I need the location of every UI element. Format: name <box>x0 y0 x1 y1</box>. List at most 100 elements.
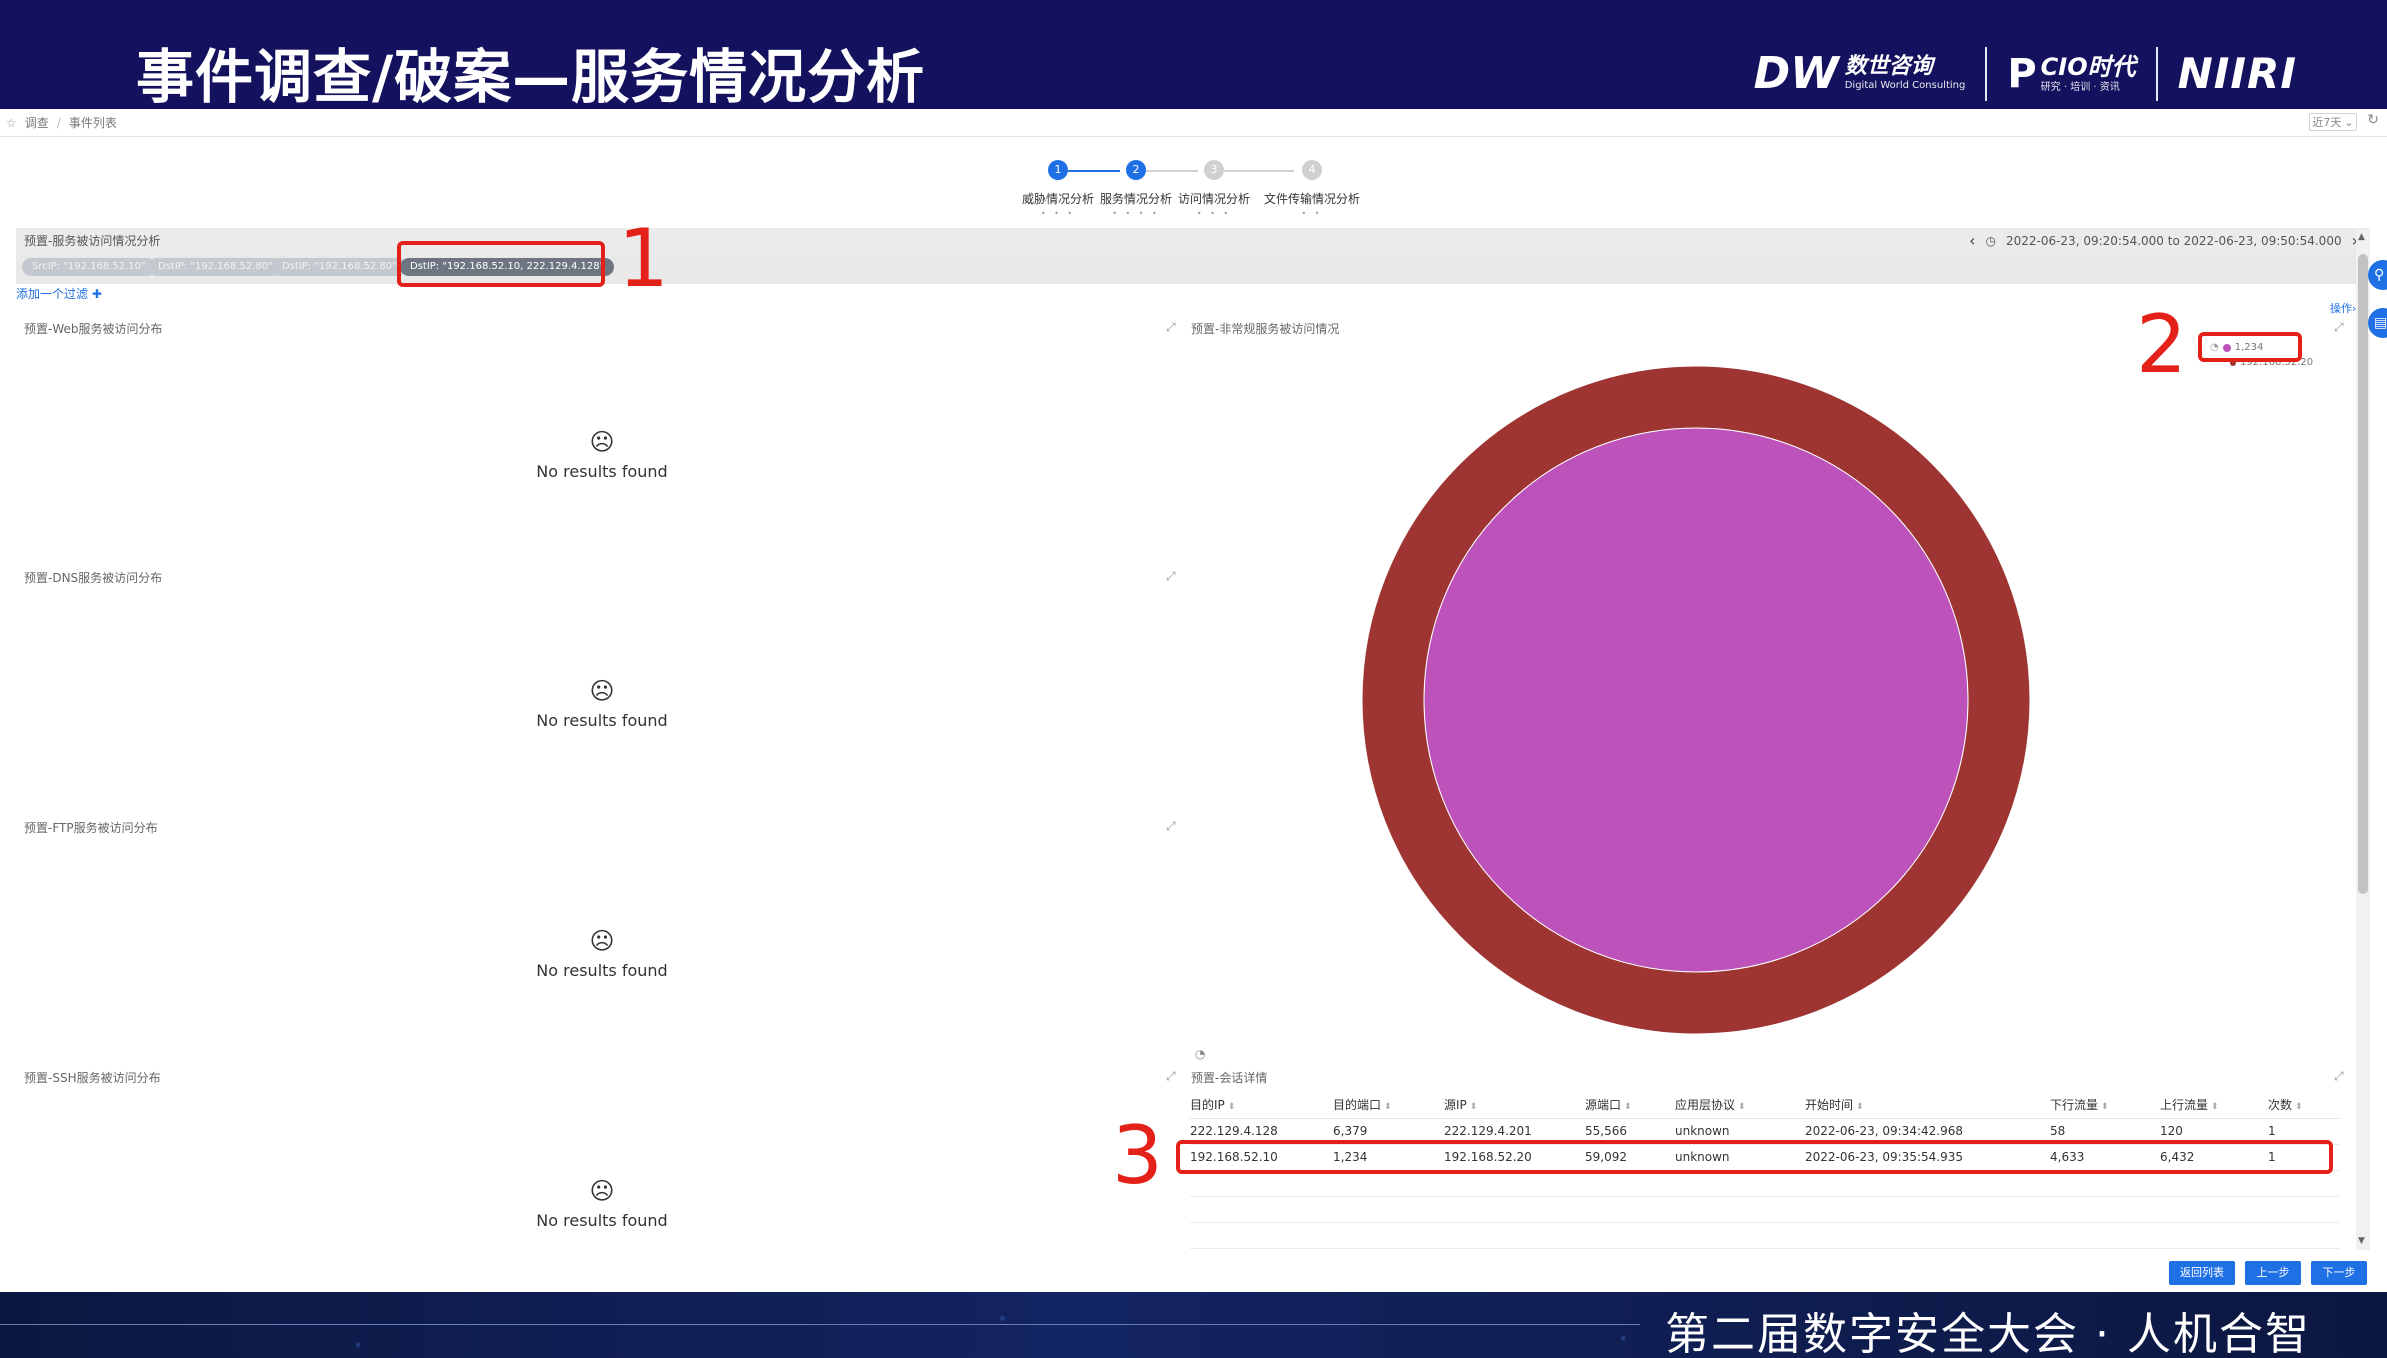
app-breadcrumb-bar: ☆ 调查 / 事件列表 近7天 ⌄ ↻ <box>0 109 2387 137</box>
step-label: 威胁情况分析 <box>1021 192 1094 206</box>
empty-state: ☹ No results found <box>452 677 752 730</box>
expand-icon[interactable]: ⤢ <box>1166 1069 1176 1084</box>
add-filter-link[interactable]: 添加一个过滤 ✚ <box>16 285 102 302</box>
scrollbar-thumb[interactable] <box>2358 254 2368 894</box>
star-icon[interactable]: ☆ <box>6 116 17 130</box>
refresh-icon[interactable]: ↻ <box>2367 112 2379 128</box>
annotation-number: 3 <box>1112 1109 1163 1202</box>
column-header[interactable]: 应用层协议 ⬍ <box>1675 1092 1805 1119</box>
scroll-up-icon[interactable]: ▲ <box>2358 232 2365 242</box>
empty-message: No results found <box>536 711 668 730</box>
step-file-transfer[interactable]: 4 文件传输情况分析 • • <box>1262 160 1362 218</box>
back-to-list-button[interactable]: 返回列表 <box>2169 1261 2235 1285</box>
time-range-text[interactable]: 2022-06-23, 09:20:54.000 to 2022-06-23, … <box>2006 234 2342 248</box>
cio-logo-sub: 研究 · 培训 · 资讯 <box>2040 82 2120 93</box>
step-service[interactable]: 2 服务情况分析 • • • • <box>1096 160 1176 218</box>
time-range-value: 近7天 <box>2312 116 2342 129</box>
annotation-number: 1 <box>618 212 669 305</box>
expand-icon[interactable]: ⤢ <box>1166 320 1176 335</box>
step-label: 文件传输情况分析 <box>1263 192 1360 206</box>
expand-icon[interactable]: ⤢ <box>2334 1069 2344 1084</box>
top-banner: 事件调查/破案—服务情况分析 DW 数世咨询 Digital World Con… <box>0 0 2387 111</box>
neutral-face-icon: ☹ <box>589 1177 615 1205</box>
panel-title-ssh: 预置-SSH服务被访问分布 <box>24 1071 161 1085</box>
table-row-empty <box>1190 1222 2340 1249</box>
step-ticks: • • • <box>1040 209 1076 218</box>
link-icon[interactable]: ⚲ <box>2368 260 2387 290</box>
donut-slice-inner[interactable] <box>1423 427 1969 973</box>
niiri-logo: NIIRI <box>2158 50 2317 98</box>
filter-chip[interactable]: DstIP: "192.168.52.80" <box>272 258 407 276</box>
panel-title-abnormal: 预置-非常规服务被访问情况 <box>1191 322 1340 336</box>
breadcrumb-item[interactable]: 事件列表 <box>69 114 117 131</box>
cio-mark: P <box>2007 51 2037 97</box>
step-ticks: • • • <box>1196 209 1232 218</box>
panel-title-session: 预置-会话详情 <box>1191 1071 1268 1085</box>
footer-line <box>0 1324 1640 1325</box>
slide: 事件调查/破案—服务情况分析 DW 数世咨询 Digital World Con… <box>0 0 2387 1358</box>
filter-chip[interactable]: SrcIP: "192.168.52.10" <box>22 258 156 276</box>
cio-logo-name: CIO时代 <box>2040 53 2136 81</box>
column-header[interactable]: 目的端口 ⬍ <box>1333 1092 1444 1119</box>
filter-bar: SrcIP: "192.168.52.10" DstIP: "192.168.5… <box>16 250 2370 284</box>
logo-divider <box>2155 47 2158 101</box>
column-header[interactable]: 开始时间 ⬍ <box>1805 1092 2050 1119</box>
time-range-select[interactable]: 近7天 ⌄ <box>2309 113 2357 131</box>
footer-banner: 第二届数字安全大会 · 人机合智 <box>0 1292 2387 1358</box>
logo-group: DW 数世咨询 Digital World Consulting P CIO时代… <box>1734 44 2317 104</box>
donut-chart-svg <box>1361 365 2031 1035</box>
step-number: 1 <box>1048 160 1068 180</box>
column-header[interactable]: 次数 ⬍ <box>2268 1092 2340 1119</box>
column-header[interactable]: 源IP ⬍ <box>1444 1092 1585 1119</box>
cio-logo: P CIO时代 研究 · 培训 · 资讯 <box>1987 53 2155 95</box>
section-title: 预置-服务被访问情况分析 <box>24 234 161 248</box>
column-header[interactable]: 下行流量 ⬍ <box>2050 1092 2160 1119</box>
donut-chart <box>1361 365 2031 1038</box>
step-label: 访问情况分析 <box>1177 192 1250 206</box>
neutral-face-icon: ☹ <box>589 677 615 705</box>
panel-title-dns: 预置-DNS服务被访问分布 <box>24 571 163 585</box>
prev-step-button[interactable]: 上一步 <box>2245 1261 2301 1285</box>
step-number: 2 <box>1126 160 1146 180</box>
breadcrumb-item[interactable]: 调查 <box>25 114 49 131</box>
filter-chip[interactable]: DstIP: "192.168.52.80" <box>148 258 283 276</box>
scroll-down-icon[interactable]: ▼ <box>2358 1236 2365 1246</box>
annotation-number: 2 <box>2136 298 2187 391</box>
expand-icon[interactable]: ⤢ <box>1166 819 1176 834</box>
panel-title-ftp: 预置-FTP服务被访问分布 <box>24 821 158 835</box>
empty-message: No results found <box>536 462 668 481</box>
empty-message: No results found <box>536 961 668 980</box>
ops-link[interactable]: 操作› <box>2330 300 2356 316</box>
column-header[interactable]: 目的IP ⬍ <box>1190 1092 1333 1119</box>
chevron-left-icon[interactable]: ‹ <box>1969 231 1975 250</box>
analysis-stepper: 1 威胁情况分析 • • • 2 服务情况分析 • • • • 3 访问情况分析… <box>1022 160 1372 222</box>
step-number: 4 <box>1302 160 1322 180</box>
expand-icon[interactable]: ⤢ <box>1166 569 1176 584</box>
section-header: 预置-服务被访问情况分析 ‹ ◷ 2022-06-23, 09:20:54.00… <box>16 228 2370 250</box>
document-icon[interactable]: ▤ <box>2368 308 2387 338</box>
column-header[interactable]: 源端口 ⬍ <box>1585 1092 1675 1119</box>
vertical-scrollbar[interactable]: ▲ ▼ <box>2356 230 2370 1250</box>
table-header-row: 目的IP ⬍ 目的端口 ⬍ 源IP ⬍ 源端口 ⬍ 应用层协议 ⬍ 开始时间 ⬍ 下行流量 ⬍… <box>1190 1092 2340 1119</box>
next-step-button[interactable]: 下一步 <box>2311 1261 2367 1285</box>
table-row-empty <box>1190 1196 2340 1223</box>
annotation-box-filter <box>397 241 605 287</box>
expand-icon[interactable]: ⤢ <box>2334 320 2344 335</box>
empty-state: ☹ No results found <box>452 428 752 481</box>
annotation-box-legend <box>2198 332 2302 362</box>
dw-mark: DW <box>1753 48 1839 99</box>
time-navigator: ‹ ◷ 2022-06-23, 09:20:54.000 to 2022-06-… <box>1969 231 2358 250</box>
dw-logo-name: 数世咨询 <box>1844 54 1933 79</box>
column-header[interactable]: 上行流量 ⬍ <box>2160 1092 2268 1119</box>
empty-state: ☹ No results found <box>452 1177 752 1230</box>
step-access[interactable]: 3 访问情况分析 • • • <box>1174 160 1254 218</box>
pie-chart-icon[interactable]: ◔ <box>1195 1047 1205 1061</box>
niiri-logo-name: NIIRI <box>2177 49 2297 98</box>
footer-text: 第二届数字安全大会 · 人机合智 <box>1665 1309 2311 1358</box>
slide-title: 事件调查/破案—服务情况分析 <box>136 43 926 111</box>
ops-label: 操作 <box>2330 302 2352 315</box>
panel-title-web: 预置-Web服务被访问分布 <box>24 322 163 336</box>
step-label: 服务情况分析 <box>1099 192 1172 206</box>
step-threat[interactable]: 1 威胁情况分析 • • • <box>1018 160 1098 218</box>
step-number: 3 <box>1204 160 1224 180</box>
